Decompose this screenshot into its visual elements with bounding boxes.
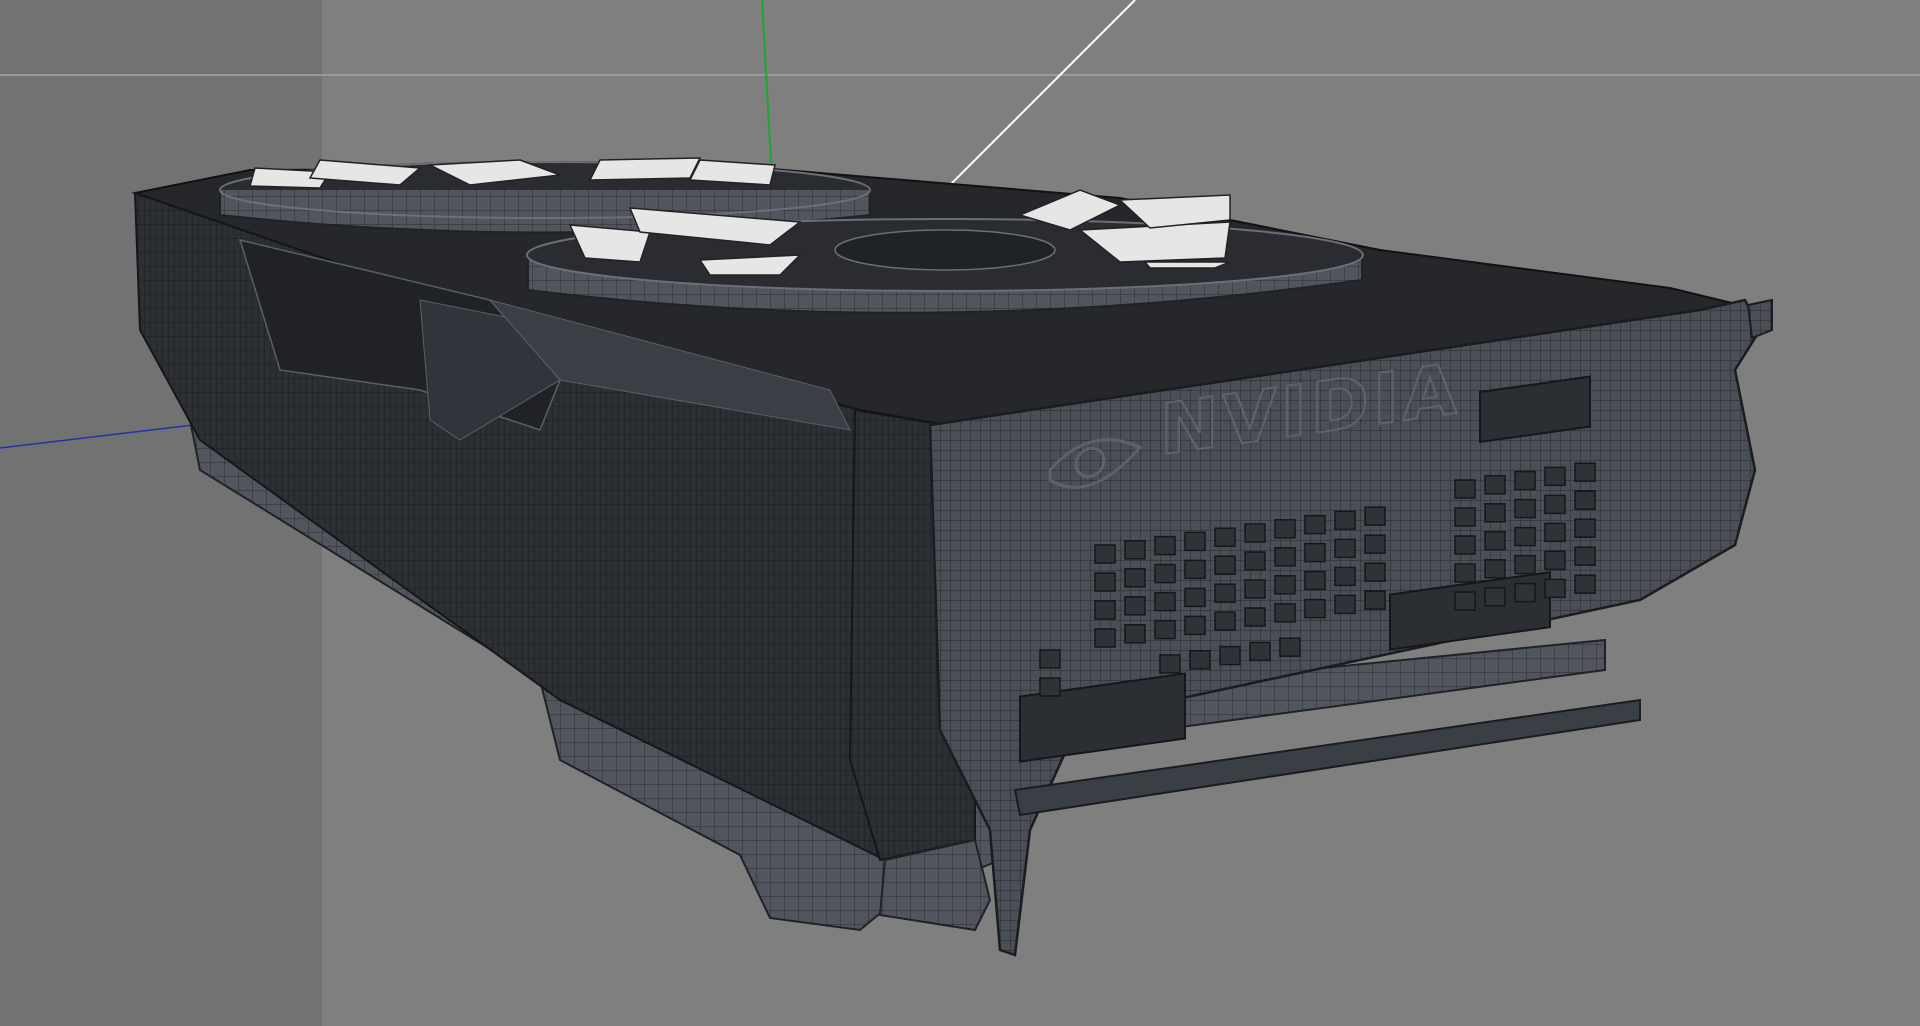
- vent-hole: [1364, 590, 1386, 610]
- vent-hole: [1304, 570, 1326, 591]
- vent-hole: [1039, 677, 1061, 697]
- vent-hole: [1154, 535, 1176, 556]
- vent-hole: [1184, 587, 1206, 608]
- vent-hole: [1154, 563, 1176, 584]
- vent-hole: [1334, 594, 1356, 615]
- vent-hole: [1514, 498, 1536, 519]
- vent-hole: [1364, 534, 1386, 554]
- vent-hole: [1159, 654, 1181, 674]
- vent-hole: [1544, 466, 1566, 487]
- vent-hole: [1304, 598, 1326, 619]
- vent-hole: [1249, 641, 1271, 662]
- vent-hole: [1364, 506, 1386, 526]
- vent-hole: [1334, 566, 1356, 587]
- z-axis-line: [934, 0, 1136, 201]
- vent-hole: [1544, 522, 1566, 543]
- vent-hole: [1334, 538, 1356, 559]
- vent-hole: [1574, 574, 1596, 594]
- vent-hole: [1094, 544, 1116, 564]
- vent-hole: [1274, 519, 1296, 539]
- vent-hole: [1244, 551, 1266, 571]
- vent-hole: [1274, 603, 1296, 623]
- vent-hole: [1154, 591, 1176, 612]
- vent-hole: [1124, 568, 1146, 588]
- vent-hole: [1214, 611, 1236, 631]
- vent-hole: [1574, 546, 1596, 566]
- vent-hole: [1244, 523, 1266, 543]
- vent-hole: [1514, 582, 1536, 603]
- vent-hole: [1124, 624, 1146, 644]
- vent-hole: [1154, 619, 1176, 640]
- vent-hole: [1219, 645, 1241, 666]
- vent-hole: [1124, 540, 1146, 560]
- vent-hole: [1094, 572, 1116, 592]
- vent-hole: [1244, 607, 1266, 627]
- vent-hole: [1514, 470, 1536, 491]
- vent-hole: [1484, 587, 1506, 607]
- vent-hole: [1094, 600, 1116, 620]
- vent-hole: [1484, 531, 1506, 551]
- vent-hole: [1454, 479, 1476, 499]
- vent-hole: [1244, 579, 1266, 599]
- vent-hole: [1544, 494, 1566, 515]
- vent-hole: [1184, 531, 1206, 552]
- vent-hole: [1274, 575, 1296, 595]
- vent-hole: [1279, 637, 1301, 657]
- vent-hole: [1094, 628, 1116, 648]
- vent-hole: [1544, 578, 1566, 599]
- vent-hole: [1274, 547, 1296, 567]
- vent-hole: [1304, 514, 1326, 535]
- vent-hole: [1454, 563, 1476, 583]
- vent-hole: [1364, 562, 1386, 582]
- vent-hole: [1514, 526, 1536, 547]
- bracket-tab: [1746, 298, 1773, 340]
- vent-hole: [1214, 555, 1236, 575]
- vent-hole: [1039, 649, 1061, 669]
- vent-hole: [1184, 559, 1206, 580]
- vent-hole: [1544, 550, 1566, 571]
- vent-hole: [1124, 596, 1146, 616]
- vent-hole: [1574, 462, 1596, 482]
- vent-hole: [1484, 559, 1506, 579]
- vent-hole: [1214, 583, 1236, 603]
- model-scene[interactable]: NVIDIA: [0, 0, 1920, 1026]
- 3d-viewport[interactable]: NVIDIA: [0, 0, 1920, 1026]
- vent-hole: [1454, 591, 1476, 611]
- vent-hole: [1514, 554, 1536, 575]
- vent-hole: [1484, 475, 1506, 495]
- vent-hole: [1574, 490, 1596, 510]
- vent-hole: [1484, 503, 1506, 523]
- vent-hole: [1334, 510, 1356, 531]
- vent-hole: [1574, 518, 1596, 538]
- vent-hole: [1184, 615, 1206, 636]
- vent-hole: [1304, 542, 1326, 563]
- vent-hole: [1454, 535, 1476, 555]
- vent-hole: [1189, 650, 1211, 670]
- vent-hole: [1454, 507, 1476, 527]
- vent-hole: [1214, 527, 1236, 547]
